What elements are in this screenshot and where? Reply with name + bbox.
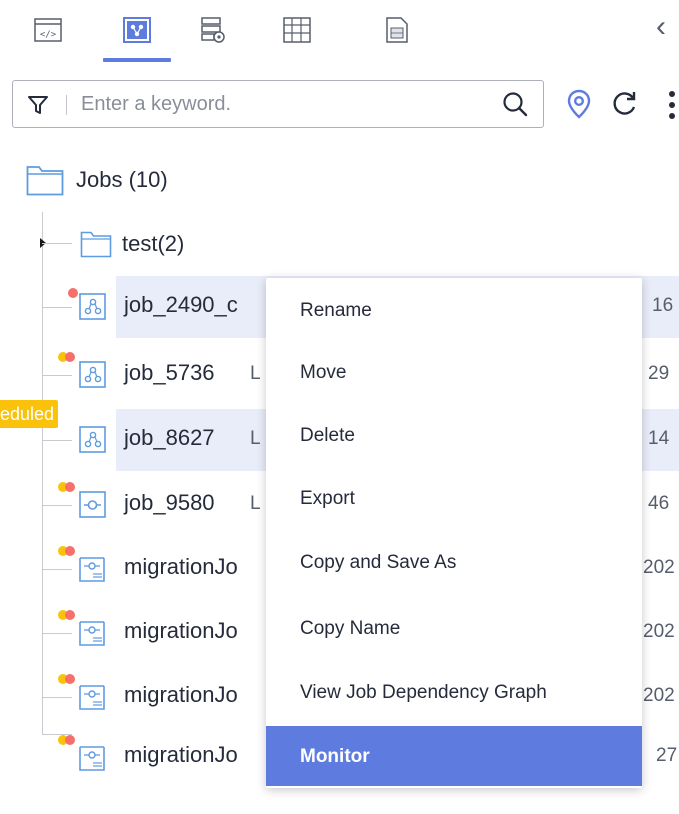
status-dot-red <box>65 610 75 620</box>
job-meta: 202 <box>643 557 675 578</box>
menu-item-move[interactable]: Move <box>266 342 642 402</box>
job-meta: 202 <box>643 621 675 642</box>
menu-item-label: Rename <box>300 300 372 321</box>
job-name: migrationJo <box>124 554 238 579</box>
menu-item-label: Export <box>300 488 355 509</box>
menu-item-label: Move <box>300 362 347 383</box>
migration-job-icon <box>79 746 105 771</box>
location-icon[interactable] <box>566 89 592 119</box>
menu-item-label: View Job Dependency Graph <box>300 682 547 703</box>
chevron-left-icon[interactable]: ‹ <box>656 12 666 42</box>
folder-name: test <box>122 231 158 256</box>
job-name: job_8627 <box>124 425 215 450</box>
tree-root-label: Jobs <box>76 167 123 192</box>
context-menu: Rename Move Delete Export Copy and Save … <box>266 278 642 788</box>
tree-root-jobs[interactable]: Jobs (10) <box>26 162 168 198</box>
document-list-icon[interactable] <box>367 2 427 58</box>
menu-item-copy-and-save-as[interactable]: Copy and Save As <box>266 532 642 592</box>
tree-branch-line <box>42 307 72 308</box>
migration-job-icon <box>79 557 105 582</box>
status-dot-red <box>65 352 75 362</box>
job-name: migrationJo <box>124 618 238 643</box>
status-dot-red <box>68 288 78 298</box>
tree-branch-line <box>42 633 72 634</box>
job-realtime-icon <box>79 491 106 518</box>
job-meta: 46 <box>648 493 670 514</box>
job-flow-icon <box>79 293 106 320</box>
scheduled-badge: eduled <box>0 400 58 428</box>
job-flow-icon[interactable] <box>107 2 167 58</box>
job-meta: 29 <box>648 363 670 384</box>
job-name: job_9580 <box>124 490 215 515</box>
menu-item-monitor[interactable]: Monitor <box>266 726 642 786</box>
migration-job-icon <box>79 685 105 710</box>
code-tag-icon[interactable]: </> <box>18 2 78 58</box>
menu-item-delete[interactable]: Delete <box>266 405 642 465</box>
job-meta-prefix: L <box>250 493 261 514</box>
job-meta: 202 <box>643 685 675 706</box>
job-meta: 27 <box>656 745 678 766</box>
filter-icon[interactable] <box>27 94 49 116</box>
svg-text:</>: </> <box>40 30 57 40</box>
menu-item-label: Delete <box>300 425 355 446</box>
job-meta: 16 <box>652 295 674 316</box>
job-meta-prefix: L <box>250 428 261 449</box>
tree-branch-line <box>42 375 72 376</box>
search-input[interactable] <box>81 90 461 118</box>
tree-branch-line <box>42 440 72 441</box>
status-dot-red <box>65 482 75 492</box>
tree-root-count: (10) <box>128 167 168 192</box>
job-flow-icon <box>79 361 106 388</box>
migration-job-icon <box>79 621 105 646</box>
database-settings-icon[interactable] <box>183 2 243 58</box>
status-dot-red <box>65 735 75 745</box>
tree-branch-line <box>42 505 72 506</box>
refresh-icon[interactable] <box>610 89 638 119</box>
job-name: migrationJo <box>124 682 238 707</box>
search-icon[interactable] <box>501 90 529 118</box>
toolbar: </> ‹ <box>0 0 679 62</box>
menu-item-label: Monitor <box>300 746 370 767</box>
menu-item-label: Copy Name <box>300 618 401 639</box>
job-flow-icon <box>79 426 106 453</box>
menu-item-rename[interactable]: Rename <box>266 280 642 340</box>
folder-icon <box>26 166 64 196</box>
folder-icon <box>80 231 112 258</box>
job-meta-prefix: L <box>250 363 261 384</box>
menu-item-view-dependency-graph[interactable]: View Job Dependency Graph <box>266 662 642 722</box>
search-separator <box>66 95 67 115</box>
active-tab-indicator <box>103 58 171 62</box>
tree-branch-line <box>42 243 72 244</box>
tree-folder-test[interactable]: test(2) <box>80 226 184 262</box>
folder-count: (2) <box>157 231 185 256</box>
table-grid-icon[interactable] <box>267 2 327 58</box>
tree-branch-line <box>42 569 72 570</box>
status-dot-red <box>65 546 75 556</box>
menu-item-label: Copy and Save As <box>300 552 457 573</box>
menu-item-copy-name[interactable]: Copy Name <box>266 598 642 658</box>
job-name: migrationJo <box>124 742 238 767</box>
job-meta: 14 <box>648 428 670 449</box>
more-vertical-icon[interactable] <box>668 90 676 120</box>
menu-item-export[interactable]: Export <box>266 468 642 528</box>
search-box <box>12 80 544 128</box>
status-dot-red <box>65 674 75 684</box>
job-name: job_2490_c <box>124 292 238 317</box>
tree-branch-line <box>42 697 72 698</box>
job-name: job_5736 <box>124 360 215 385</box>
